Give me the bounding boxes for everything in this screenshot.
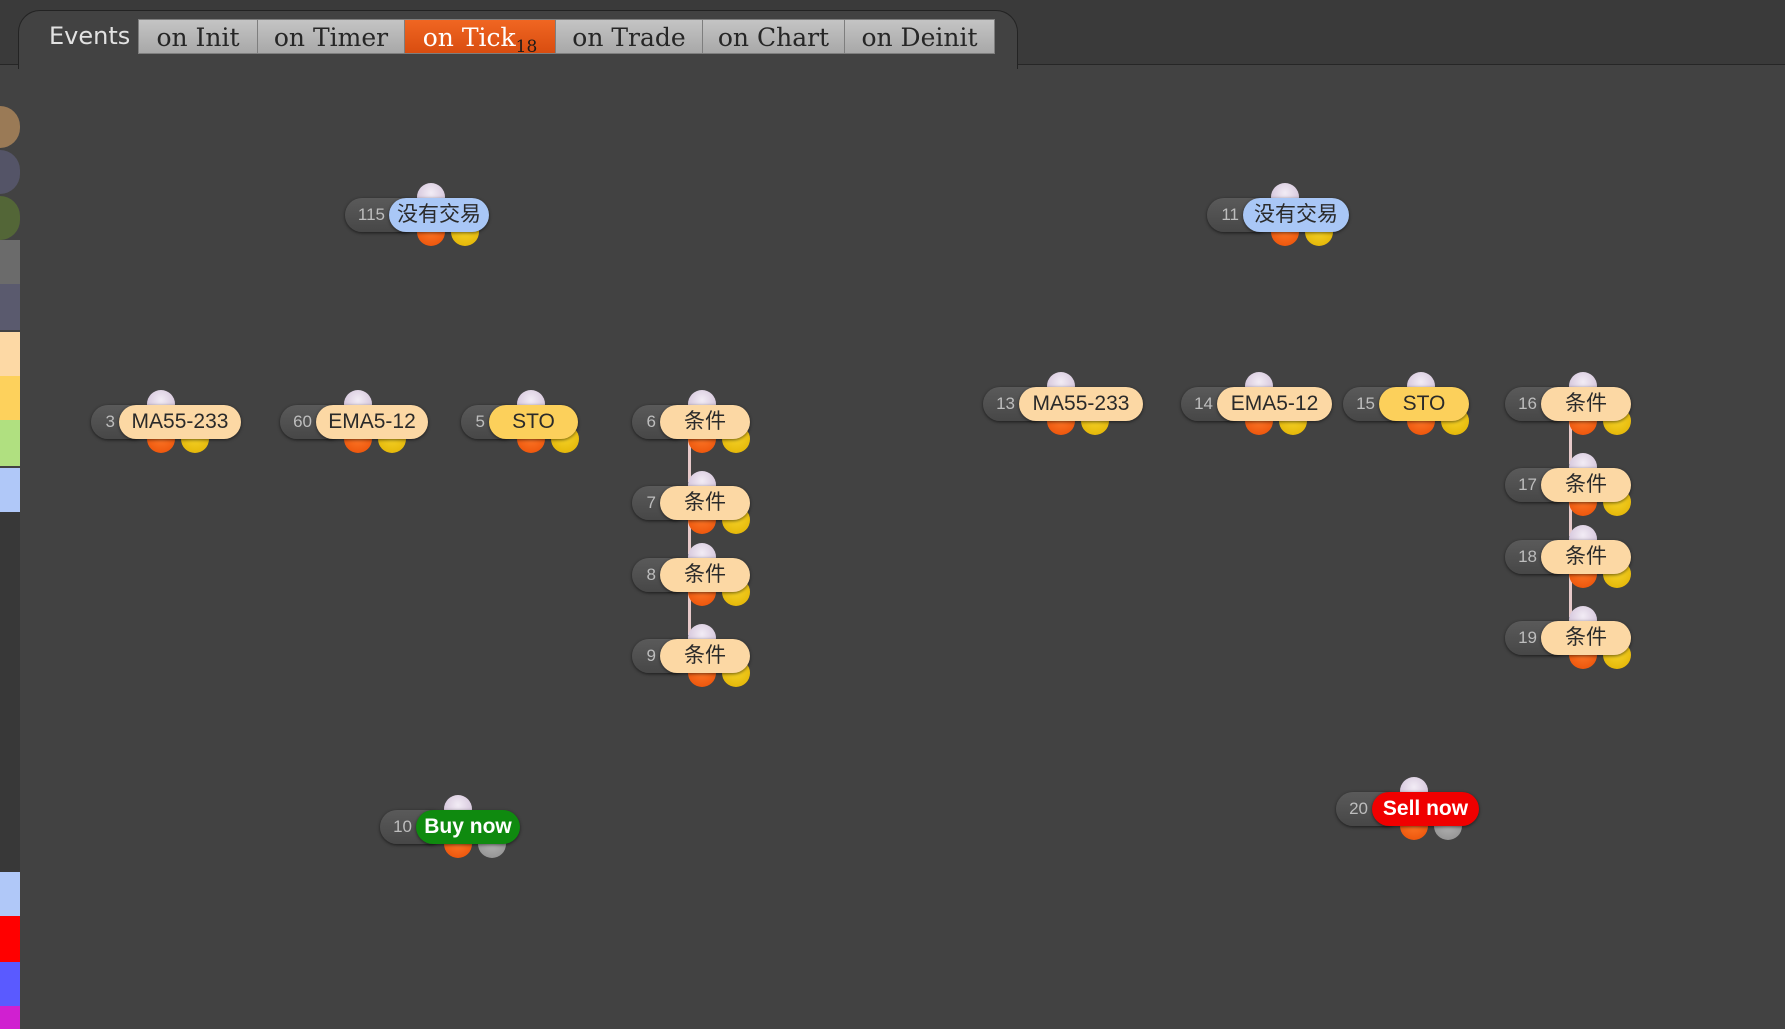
node-115[interactable]: 115 没有交易	[345, 183, 493, 246]
color-swatch[interactable]	[0, 376, 20, 420]
node-label: EMA5-12	[316, 405, 428, 439]
node-7[interactable]: 7 条件	[632, 471, 754, 534]
node-8[interactable]: 8 条件	[632, 543, 754, 606]
node-label: 没有交易	[1243, 198, 1349, 232]
node-5[interactable]: 5 STO	[461, 390, 582, 453]
node-15[interactable]: 15 STO	[1343, 372, 1473, 435]
node-18[interactable]: 18 条件	[1505, 525, 1635, 588]
node-label: 条件	[1541, 621, 1631, 655]
node-label: STO	[489, 405, 578, 439]
color-swatch[interactable]	[0, 150, 20, 194]
node-14[interactable]: 14 EMA5-12	[1181, 372, 1336, 435]
color-swatch[interactable]	[0, 1006, 20, 1029]
node-label: 条件	[1541, 387, 1631, 421]
color-swatch[interactable]	[0, 332, 20, 376]
node-19[interactable]: 19 条件	[1505, 606, 1635, 669]
node-17[interactable]: 17 条件	[1505, 453, 1635, 516]
node-20[interactable]: 20 Sell now	[1336, 777, 1483, 840]
tab-on-tick[interactable]: on Tick18	[404, 19, 556, 57]
tab-on-init[interactable]: on Init	[138, 19, 258, 54]
tab-label: on Tick	[422, 23, 516, 52]
node-id: 8	[646, 565, 656, 584]
color-swatch[interactable]	[0, 284, 20, 330]
node-id: 6	[646, 412, 656, 431]
node-label: 条件	[660, 558, 750, 592]
node-label: MA55-233	[119, 405, 241, 439]
node-label: 条件	[660, 405, 750, 439]
color-swatch[interactable]	[0, 196, 20, 240]
node-id: 3	[105, 412, 115, 431]
node-id: 19	[1518, 628, 1537, 647]
tick-count-badge: 18	[515, 37, 538, 57]
node-16[interactable]: 16 条件	[1505, 372, 1635, 435]
color-swatch[interactable]	[0, 872, 20, 916]
node-id: 16	[1518, 394, 1537, 413]
node-label: 条件	[660, 639, 750, 673]
node-label: Sell now	[1372, 792, 1479, 826]
node-id: 18	[1518, 547, 1537, 566]
tab-label: on Deinit	[861, 23, 978, 52]
node-id: 11	[1221, 205, 1239, 224]
color-swatch[interactable]	[0, 106, 20, 148]
node-id: 14	[1194, 394, 1213, 413]
node-id: 115	[357, 205, 385, 224]
color-swatch[interactable]	[0, 962, 20, 1006]
tab-label: on Timer	[273, 23, 389, 52]
node-id: 5	[475, 412, 485, 431]
node-label: MA55-233	[1019, 387, 1143, 421]
node-label: 条件	[1541, 468, 1631, 502]
node-11[interactable]: 11 没有交易	[1207, 183, 1353, 246]
tab-label: on Chart	[717, 23, 830, 52]
tab-on-deinit[interactable]: on Deinit	[844, 19, 995, 54]
node-3[interactable]: 3 MA55-233	[91, 390, 245, 453]
node-label: Buy now	[416, 810, 520, 844]
color-swatch[interactable]	[0, 512, 20, 872]
node-9[interactable]: 9 条件	[632, 624, 754, 687]
color-swatch[interactable]	[0, 916, 20, 962]
node-id: 13	[996, 394, 1015, 413]
node-id: 10	[393, 817, 412, 836]
node-id: 9	[646, 646, 656, 665]
tab-on-chart[interactable]: on Chart	[702, 19, 845, 54]
color-swatch[interactable]	[0, 420, 20, 466]
node-id: 20	[1349, 799, 1368, 818]
node-60[interactable]: 60 EMA5-12	[280, 390, 432, 453]
color-swatch[interactable]	[0, 468, 20, 512]
node-10[interactable]: 10 Buy now	[380, 795, 524, 858]
node-label: 条件	[660, 486, 750, 520]
tab-on-trade[interactable]: on Trade	[555, 19, 703, 54]
node-label: 条件	[1541, 540, 1631, 574]
tab-on-timer[interactable]: on Timer	[257, 19, 405, 54]
events-label: Events	[49, 22, 131, 50]
tab-label: on Init	[156, 23, 240, 52]
node-6[interactable]: 6 条件	[632, 390, 754, 453]
node-id: 17	[1518, 475, 1537, 494]
node-13[interactable]: 13 MA55-233	[983, 372, 1147, 435]
node-id: 7	[646, 493, 656, 512]
node-label: EMA5-12	[1217, 387, 1332, 421]
color-swatch[interactable]	[0, 240, 20, 284]
node-id: 15	[1356, 394, 1375, 413]
node-label: STO	[1379, 387, 1469, 421]
node-id: 60	[293, 412, 312, 431]
tab-label: on Trade	[572, 23, 686, 52]
node-label: 没有交易	[389, 198, 489, 232]
